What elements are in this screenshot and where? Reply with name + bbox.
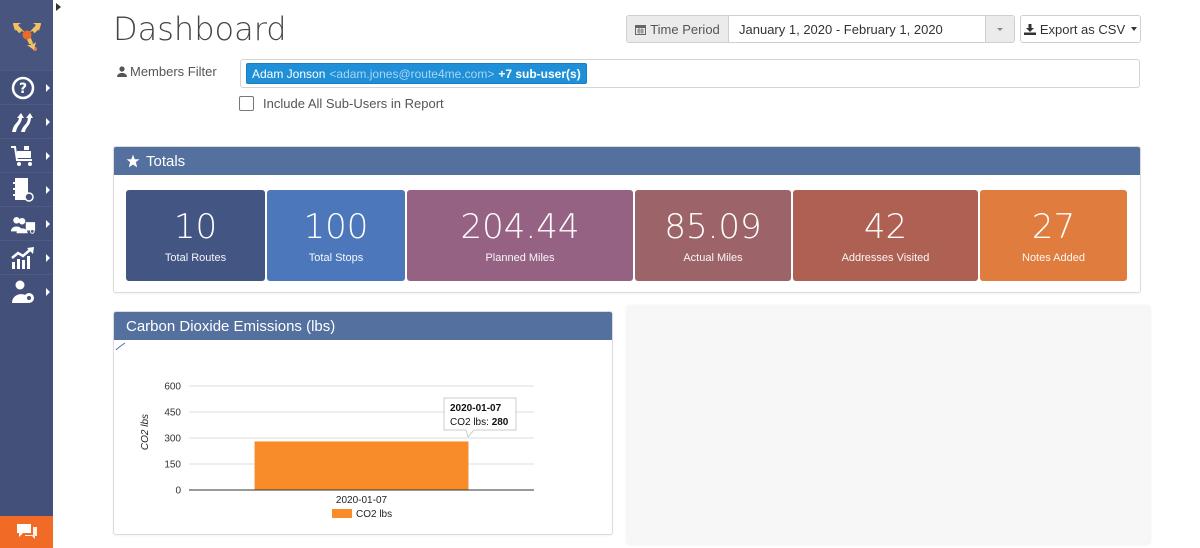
export-csv-label: Export as CSV [1039,21,1126,37]
chevron-right-icon [46,186,50,194]
chevron-right-icon [46,118,50,126]
member-sub-users: +7 sub-user(s) [498,66,581,81]
tile-label: Total Routes [164,251,227,264]
time-period-addon: Time Period [627,16,729,42]
chevron-right-icon [46,254,50,262]
y-tick-label: 0 [175,486,181,497]
time-period-dropdown[interactable] [985,16,1014,42]
co2-panel: Carbon Dioxide Emissions (lbs) 0 150 300 45… [113,311,613,535]
sidebar-item-orders[interactable] [0,138,53,172]
y-tick-label: 450 [164,408,181,419]
include-sub-users-checkbox[interactable] [239,96,254,111]
legend-swatch [332,509,352,518]
tile-label: Total Stops [308,251,364,264]
calendar-icon [635,24,647,35]
export-csv-button[interactable]: Export as CSV [1020,15,1141,43]
legend-label: CO2 lbs [356,509,392,520]
co2-chart: 0 150 300 450 600 CO2 lbs 2020-01-07 CO2 lbs… [140,382,534,520]
tooltip-value: 280 [492,417,509,428]
member-email: <adam.jones@route4me.com> [329,66,495,81]
logo[interactable] [0,0,53,70]
tile-value: 85.09 [664,206,762,247]
tile-label: Planned Miles [485,251,555,264]
page-title: Dashboard [113,10,287,48]
tooltip-label: CO2 lbs: 280 [450,417,509,428]
team-vehicle-icon [10,211,36,237]
member-name: Adam Jonson [252,66,326,81]
tile-value: 204.44 [460,206,580,247]
chart-tooltip: 2020-01-07 CO2 lbs: 280 [443,397,517,439]
tile-label: Actual Miles [683,251,743,264]
y-axis-label: CO2 lbs [140,414,151,450]
members-filter-input[interactable]: Adam Jonson <adam.jones@route4me.com> +7… [240,59,1140,88]
y-tick-label: 600 [164,382,181,393]
include-sub-users-label: Include All Sub-Users in Report [263,96,444,111]
x-tick-label: 2020-01-07 [336,495,388,506]
sidebar-item-address-book[interactable] [0,172,53,206]
tile-notes-added: 27 Notes Added [980,190,1127,281]
caret-down-icon [1131,27,1138,31]
member-tag[interactable]: Adam Jonson <adam.jones@route4me.com> +7… [246,63,587,84]
svg-text:?: ? [19,81,27,97]
sidebar-toggle-icon[interactable] [56,3,61,11]
y-tick-label: 150 [164,460,181,471]
route4me-logo-icon [12,23,41,51]
co2-header: Carbon Dioxide Emissions (lbs) [114,312,612,351]
tooltip-title: 2020-01-07 [450,403,502,414]
totals-header: Totals [114,147,1140,175]
tile-label: Notes Added [1022,251,1085,264]
tile-value: 42 [863,206,908,247]
totals-tiles: 10 Total Routes 100 Total Stops 204.44 P… [126,190,1127,281]
totals-panel: Totals 10 Total Routes 100 Total Stops 2… [113,146,1141,293]
chevron-right-icon [46,152,50,160]
members-filter-label: Members Filter [117,64,217,79]
download-icon [1023,23,1036,35]
address-book-icon [10,177,36,203]
user-icon [117,66,127,77]
analytics-icon [10,245,36,271]
tile-value: 100 [303,206,369,247]
tile-total-routes: 10 Total Routes [126,190,265,281]
time-period-value[interactable]: January 1, 2020 - February 1, 2020 [729,16,985,42]
sidebar-item-team[interactable] [0,206,53,240]
sidebar-item-routes[interactable] [0,104,53,138]
members-filter-text: Members Filter [130,64,217,79]
sidebar-item-settings[interactable] [0,274,53,308]
tile-addresses-visited: 42 Addresses Visited [793,190,978,281]
tile-label: Addresses Visited [841,251,930,264]
tile-actual-miles: 85.09 Actual Miles [635,190,791,281]
chat-button[interactable] [0,516,53,548]
caret-down-icon [997,27,1003,31]
sidebar-item-analytics[interactable] [0,240,53,274]
star-icon [126,154,140,168]
include-sub-users[interactable]: Include All Sub-Users in Report [239,96,444,111]
tile-planned-miles: 204.44 Planned Miles [407,190,633,281]
user-settings-icon [10,279,36,305]
help-icon: ? [10,75,36,101]
tile-total-stops: 100 Total Stops [267,190,405,281]
loading-panel-placeholder [626,305,1151,545]
routes-icon [10,109,36,135]
time-period-picker[interactable]: Time Period January 1, 2020 - February 1… [626,15,1015,43]
chevron-right-icon [46,84,50,92]
tile-value: 10 [173,206,218,247]
y-tick-label: 300 [164,434,181,445]
time-period-label: Time Period [650,21,720,37]
co2-title: Carbon Dioxide Emissions (lbs) [126,317,336,335]
sidebar-item-help[interactable]: ? [0,70,53,104]
sidebar: ? [0,0,53,548]
tile-value: 27 [1031,206,1076,247]
cart-icon [10,143,36,169]
bar [254,441,469,490]
chat-icon [16,524,37,539]
chevron-right-icon [46,288,50,296]
totals-title: Totals [146,152,186,170]
chevron-right-icon [46,220,50,228]
